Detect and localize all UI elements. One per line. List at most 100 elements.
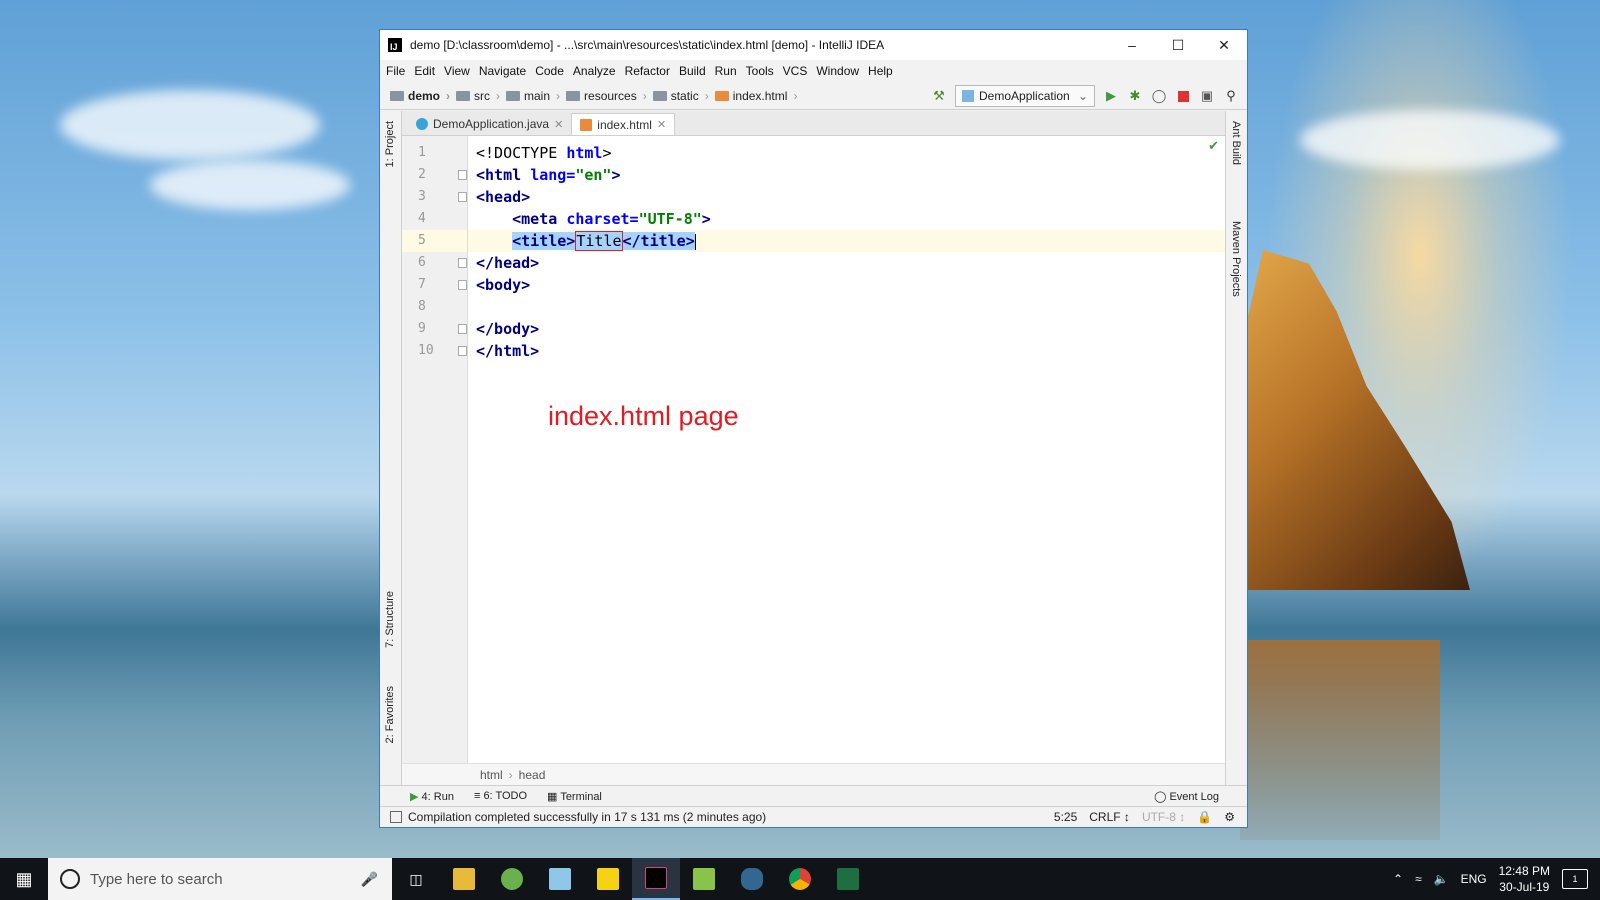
hector-icon[interactable]: ⚙ (1224, 810, 1235, 824)
inspection-ok-icon[interactable]: ✔ (1208, 138, 1219, 154)
breadcrumb-static[interactable]: static › (652, 89, 709, 103)
notification-icon[interactable]: 1 (1562, 869, 1588, 889)
editor-breadcrumb-head[interactable]: head (519, 768, 546, 782)
fold-icon[interactable] (458, 346, 467, 356)
menu-build[interactable]: Build (679, 64, 712, 78)
toggle-tool-windows-icon[interactable] (390, 811, 402, 823)
breadcrumb-src[interactable]: src › (456, 89, 500, 103)
breadcrumb-label: resources (584, 88, 637, 103)
language-indicator[interactable]: ENG (1461, 872, 1487, 886)
sticky-notes-icon[interactable] (584, 858, 632, 900)
menu-run[interactable]: Run (715, 64, 743, 78)
coverage-icon[interactable]: ◯ (1151, 88, 1167, 104)
wifi-icon[interactable]: ≈ (1415, 872, 1422, 886)
lock-icon[interactable]: 🔒 (1197, 810, 1212, 824)
menu-vcs[interactable]: VCS (783, 64, 814, 78)
terminal-tool-button[interactable]: ▦ Terminal (547, 790, 602, 803)
menu-edit[interactable]: Edit (414, 64, 441, 78)
tab-project[interactable]: 1: Project (384, 121, 396, 167)
menu-file[interactable]: File (386, 64, 411, 78)
tab-favorites[interactable]: 2: Favorites (384, 686, 396, 743)
tab-ant-build[interactable]: Ant Build (1230, 121, 1242, 165)
system-tray: ⌃ ≈ 🔈 ENG 12:48 PM 30-Jul-19 1 (1393, 863, 1600, 895)
close-tab-icon[interactable]: ✕ (657, 118, 666, 131)
chevron-up-icon[interactable]: ⌃ (1393, 872, 1403, 886)
fold-icon[interactable] (458, 324, 467, 334)
file-explorer-icon[interactable] (440, 858, 488, 900)
fold-icon[interactable] (458, 258, 467, 268)
menu-code[interactable]: Code (535, 64, 570, 78)
line-number: 1 (418, 145, 426, 160)
notification-count: 1 (1572, 874, 1578, 884)
breadcrumb-resources[interactable]: resources › (566, 89, 647, 103)
code-editor[interactable]: 1 2 3 4 5 6 7 8 9 10 ✔ <!DOCTYPE html> <… (402, 136, 1225, 763)
app-icon[interactable] (536, 858, 584, 900)
android-studio-icon[interactable] (488, 858, 536, 900)
stop-icon[interactable] (1175, 88, 1191, 104)
build-hammer-icon[interactable]: ⚒ (931, 88, 947, 104)
fold-icon[interactable] (458, 192, 467, 202)
notepad-plus-icon[interactable] (680, 858, 728, 900)
fold-icon[interactable] (458, 280, 467, 290)
code-line-current: <title>Title</title> (468, 230, 1225, 252)
editor-tabs: DemoApplication.java ✕ index.html ✕ (402, 111, 1225, 136)
window-title: demo [D:\classroom\demo] - ...\src\main\… (410, 38, 885, 52)
minimize-button[interactable]: – (1109, 30, 1155, 60)
status-message[interactable]: Compilation completed successfully in 17… (402, 810, 1054, 824)
caret-position[interactable]: 5:25 (1054, 810, 1077, 824)
maximize-button[interactable]: ☐ (1155, 30, 1201, 60)
taskbar-search[interactable]: Type here to search 🎤 (48, 858, 392, 900)
chrome-icon[interactable] (776, 858, 824, 900)
code-line: <!DOCTYPE html> (476, 144, 612, 162)
line-number: 8 (418, 299, 426, 314)
spring-app-icon (962, 90, 974, 102)
postgresql-icon[interactable] (728, 858, 776, 900)
search-placeholder: Type here to search (90, 870, 223, 888)
debug-icon[interactable]: ✱ (1127, 88, 1143, 104)
close-tab-icon[interactable]: ✕ (554, 118, 563, 131)
project-structure-icon[interactable]: ▣ (1199, 88, 1215, 104)
annotation-label: index.html page (548, 401, 739, 431)
folder-icon (506, 90, 521, 101)
intellij-taskbar-icon[interactable] (632, 858, 680, 900)
java-class-icon (416, 118, 428, 130)
menu-bar: File Edit View Navigate Code Analyze Ref… (380, 60, 1247, 82)
breadcrumb-index-html[interactable]: index.html › (714, 89, 797, 103)
tab-structure[interactable]: 7: Structure (384, 591, 396, 648)
folder-icon (390, 90, 404, 101)
run-tool-button[interactable]: ▶ 4: Run (410, 790, 454, 803)
editor-breadcrumb-html[interactable]: html (480, 768, 503, 782)
file-encoding[interactable]: UTF-8 ↕ (1142, 810, 1185, 824)
close-button[interactable]: ✕ (1201, 30, 1247, 60)
tab-index-html[interactable]: index.html ✕ (571, 113, 676, 135)
background-cloud (150, 160, 350, 210)
menu-tools[interactable]: Tools (746, 64, 780, 78)
run-icon[interactable]: ▶ (1103, 88, 1119, 104)
breadcrumb-main[interactable]: main › (506, 89, 560, 103)
menu-window[interactable]: Window (816, 64, 865, 78)
todo-tool-button[interactable]: ≡ 6: TODO (474, 790, 527, 802)
line-separator[interactable]: CRLF ↕ (1089, 810, 1130, 824)
fold-icon[interactable] (458, 170, 467, 180)
menu-navigate[interactable]: Navigate (479, 64, 532, 78)
code-text[interactable]: ✔ <!DOCTYPE html> <html lang="en"> <head… (468, 136, 1225, 763)
search-icon[interactable]: ⚲ (1223, 88, 1239, 104)
menu-analyze[interactable]: Analyze (573, 64, 622, 78)
code-line: </head> (476, 254, 540, 272)
windows-start-icon[interactable]: ▦ (0, 858, 48, 900)
menu-refactor[interactable]: Refactor (625, 64, 676, 78)
menu-help[interactable]: Help (868, 64, 899, 78)
event-log-button[interactable]: ◯ Event Log (1154, 790, 1219, 803)
navigation-bar: demo › src › main › resources › static › inde… (380, 82, 1247, 110)
run-configuration-select[interactable]: DemoApplication ⌄ (955, 85, 1095, 107)
task-view-icon[interactable]: ◫ (392, 858, 440, 900)
excel-icon[interactable] (824, 858, 872, 900)
microphone-icon[interactable]: 🎤 (361, 871, 378, 888)
breadcrumb-demo[interactable]: demo › (390, 89, 450, 103)
tab-demoapplication-java[interactable]: DemoApplication.java ✕ (408, 113, 571, 135)
line-number: 4 (418, 211, 426, 226)
tab-maven-projects[interactable]: Maven Projects (1230, 221, 1242, 297)
clock[interactable]: 12:48 PM 30-Jul-19 (1499, 863, 1550, 895)
volume-icon[interactable]: 🔈 (1434, 872, 1449, 886)
menu-view[interactable]: View (444, 64, 476, 78)
